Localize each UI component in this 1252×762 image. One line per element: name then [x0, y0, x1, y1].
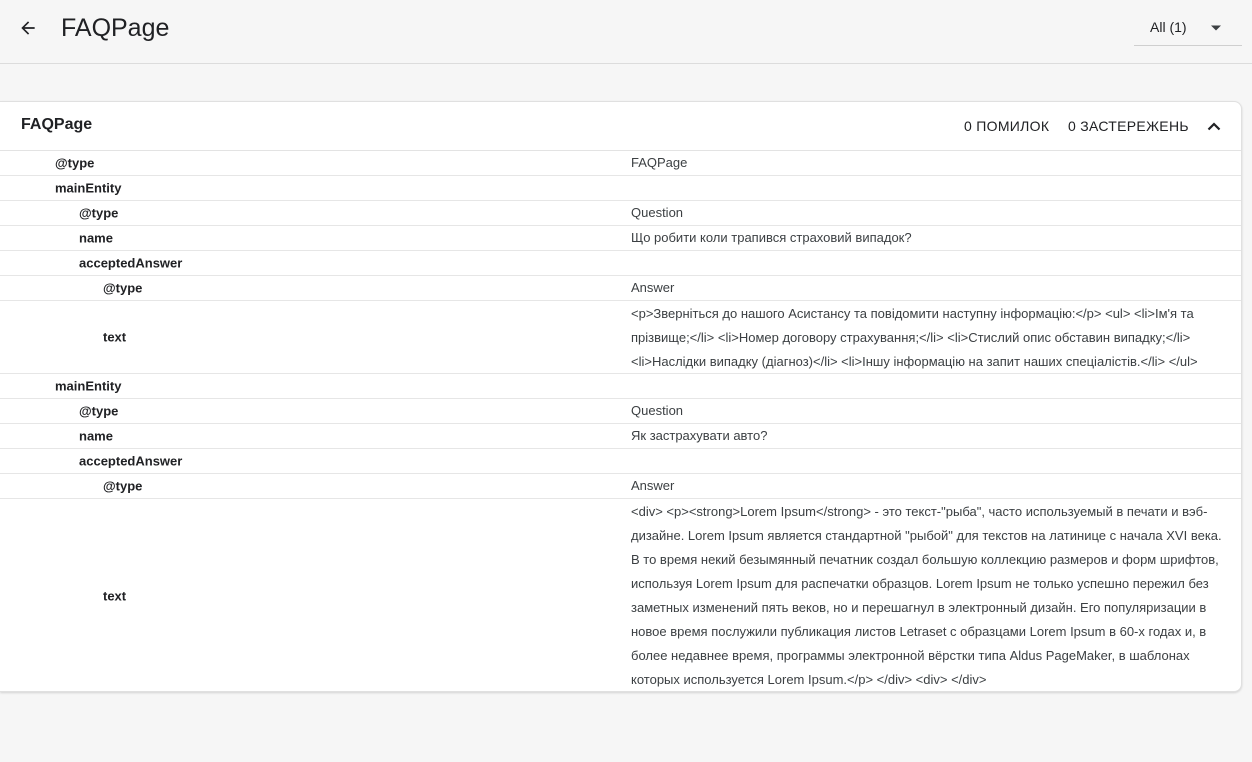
arrow-left-icon	[21, 21, 35, 35]
property-value: <div> <p><strong>Lorem Ipsum</strong> - …	[631, 504, 1222, 687]
property-row: acceptedAnswer	[0, 251, 1241, 276]
property-key: @type	[79, 205, 119, 221]
property-row: @type Question	[0, 201, 1241, 226]
property-row: mainEntity	[0, 176, 1241, 201]
card-header[interactable]: FAQPage 0 ПОМИЛОК 0 ЗАСТЕРЕЖЕНЬ	[0, 102, 1241, 151]
property-row: acceptedAnswer	[0, 449, 1241, 474]
chevron-up-icon	[1207, 121, 1221, 130]
property-row: mainEntity	[0, 374, 1241, 399]
property-row: name Що робити коли трапився страховий в…	[0, 226, 1241, 251]
card-title: FAQPage	[21, 116, 93, 133]
result-filter-select[interactable]: All (1)	[1134, 8, 1242, 46]
property-row: @type Answer	[0, 276, 1241, 301]
back-button[interactable]	[12, 12, 44, 44]
property-key: @type	[103, 478, 143, 494]
property-row: name Як застрахувати авто?	[0, 424, 1241, 449]
errors-count: 0 ПОМИЛОК	[964, 118, 1050, 134]
property-value: Як застрахувати авто?	[631, 428, 768, 443]
property-key: acceptedAnswer	[79, 255, 183, 271]
property-value: Answer	[631, 280, 675, 295]
property-key: @type	[103, 280, 143, 296]
property-row: text <p>Зверніться до нашого Асистансу т…	[0, 301, 1241, 374]
warnings-count: 0 ЗАСТЕРЕЖЕНЬ	[1068, 118, 1189, 134]
structured-data-card: FAQPage 0 ПОМИЛОК 0 ЗАСТЕРЕЖЕНЬ @type FA…	[0, 101, 1242, 692]
property-key: text	[103, 588, 127, 603]
property-row: @type FAQPage	[0, 151, 1241, 176]
property-row: @type Question	[0, 399, 1241, 424]
property-row: text <div> <p><strong>Lorem Ipsum</stron…	[0, 499, 1241, 691]
page-title: FAQPage	[61, 14, 170, 42]
property-key: mainEntity	[55, 378, 122, 394]
property-value: Що робити коли трапився страховий випадо…	[631, 230, 912, 245]
filter-selected-value: All (1)	[1150, 19, 1187, 35]
property-value: <p>Зверніться до нашого Асистансу та пов…	[631, 306, 1198, 369]
property-value: Question	[631, 205, 684, 220]
caret-down-icon	[1211, 25, 1221, 31]
property-key: acceptedAnswer	[79, 453, 183, 469]
property-value: Question	[631, 403, 684, 418]
property-value: FAQPage	[631, 155, 688, 170]
property-key: @type	[55, 155, 95, 171]
top-app-bar: FAQPage All (1)	[0, 0, 1252, 64]
collapse-button[interactable]	[1204, 116, 1224, 136]
property-value: Answer	[631, 478, 675, 493]
property-table: @type FAQPage mainEntity @type Question …	[0, 151, 1241, 691]
property-key: text	[103, 329, 127, 345]
property-key: @type	[79, 403, 119, 419]
property-key: mainEntity	[55, 180, 122, 196]
property-row: @type Answer	[0, 474, 1241, 499]
property-key: name	[79, 428, 113, 444]
property-key: name	[79, 230, 113, 246]
